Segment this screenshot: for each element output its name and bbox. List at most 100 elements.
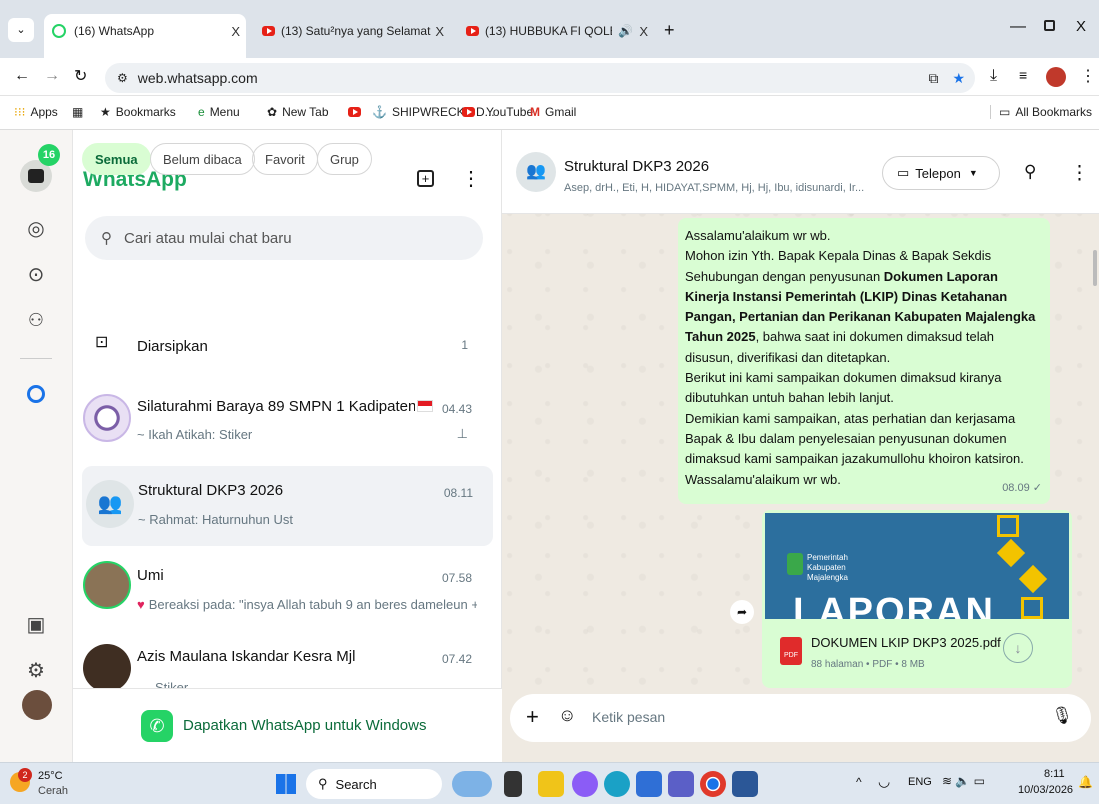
divider: [20, 358, 52, 359]
back-icon[interactable]: ←: [14, 67, 30, 85]
microphone-icon[interactable]: 🎙: [1051, 706, 1073, 726]
composer-box[interactable]: + ☺ Ketik pesan 🎙: [510, 694, 1091, 742]
tab-whatsapp[interactable]: (16) WhatsApp X: [44, 14, 246, 58]
attach-plus-icon[interactable]: +: [526, 704, 539, 730]
chat-row[interactable]: Silaturahmi Baraya 89 SMPN 1 Kadipaten ~…: [73, 382, 502, 462]
emoji-icon[interactable]: ☺: [558, 705, 576, 726]
file-explorer-icon[interactable]: [538, 771, 564, 797]
get-app-banner[interactable]: ✆ Dapatkan WhatsApp untuk Windows: [73, 688, 502, 762]
bookmark-menu[interactable]: e Menu: [198, 105, 240, 119]
archived-row[interactable]: ⊡ Diarsipkan 1: [73, 320, 502, 372]
site-info-icon[interactable]: ⚙: [117, 71, 128, 85]
message-time: 08.09 ✓: [1002, 481, 1042, 494]
browser-tab-bar: ⌄ (16) WhatsApp X (13) Satu²nya yang Sel…: [0, 0, 1099, 58]
close-tab-icon[interactable]: X: [231, 24, 246, 39]
audio-icon[interactable]: 🔊: [618, 24, 633, 38]
minimize-icon[interactable]: —: [1010, 18, 1026, 36]
search-icon[interactable]: ⚲: [1024, 162, 1036, 182]
download-icon[interactable]: ⤓: [990, 67, 997, 85]
search-icon: ⚲: [101, 230, 112, 247]
copilot-icon[interactable]: [572, 771, 598, 797]
menu-icon[interactable]: ⋮: [461, 166, 481, 191]
bookmark-apps[interactable]: ⁝⁝⁝ Apps: [14, 105, 58, 119]
composer: + ☺ Ketik pesan 🎙: [502, 688, 1099, 762]
windows-start-icon[interactable]: [276, 774, 296, 794]
bookmark-new-tab[interactable]: ✿ New Tab: [267, 105, 329, 119]
store-icon[interactable]: [636, 771, 662, 797]
show-hidden-icons[interactable]: ^: [856, 775, 862, 789]
weather-temp[interactable]: 25°C: [38, 770, 63, 782]
wifi-status-icon[interactable]: ◡: [878, 773, 890, 790]
message-input[interactable]: Ketik pesan: [592, 709, 665, 725]
status-icon[interactable]: ◎: [22, 214, 50, 242]
meta-ai-icon[interactable]: [22, 380, 50, 408]
video-icon: ▭: [897, 165, 910, 180]
filter-groups[interactable]: Grup: [317, 143, 372, 175]
youtube-icon: [348, 107, 361, 117]
scroll-thumb[interactable]: [1093, 250, 1097, 286]
bookmark-bookmarks[interactable]: ★ Bookmarks: [100, 105, 176, 119]
widgets-icon[interactable]: [452, 771, 492, 797]
install-app-icon[interactable]: ⧉: [928, 70, 938, 87]
clock-date[interactable]: 10/03/2026: [1018, 784, 1073, 796]
decorative-shape: [1018, 564, 1048, 594]
filter-favorites[interactable]: Favorit: [252, 143, 318, 175]
media-icon[interactable]: ▣: [22, 610, 50, 638]
tab-youtube-1[interactable]: (13) Satu²nya yang Selamat! Jer X: [254, 14, 450, 48]
chat-row[interactable]: Umi ♥ Bereaksi pada: "insya Allah tabuh …: [73, 553, 502, 633]
close-tab-icon[interactable]: X: [639, 24, 654, 39]
anchor-icon: ⚓: [372, 105, 387, 119]
gmail-icon: M: [530, 105, 540, 119]
menu-icon[interactable]: ⋮: [1070, 162, 1089, 185]
teams-icon[interactable]: [668, 771, 694, 797]
star-icon[interactable]: ★: [952, 70, 965, 87]
language-indicator[interactable]: ENG: [908, 776, 932, 788]
chat-row-selected[interactable]: 👥 Struktural DKP3 2026 ~ Rahmat: Haturnu…: [82, 466, 493, 546]
network-volume-battery[interactable]: ≋ 🔈 ▭: [942, 774, 985, 788]
group-avatar: 👥: [86, 480, 134, 528]
chrome-icon[interactable]: [700, 771, 726, 797]
profile-photo[interactable]: [22, 690, 52, 720]
contact-avatar: [83, 644, 131, 688]
edge-icon[interactable]: [604, 771, 630, 797]
url-field[interactable]: ⚙ web.whatsapp.com ⧉ ★: [105, 63, 975, 93]
call-button[interactable]: ▭ Telepon ▼: [882, 156, 1000, 190]
download-icon[interactable]: ↓: [1003, 633, 1033, 663]
clock-time[interactable]: 8:11: [1044, 768, 1065, 780]
communities-icon[interactable]: ⚇: [22, 306, 50, 334]
browser-menu-icon[interactable]: ⋮: [1080, 66, 1096, 86]
bookmark-youtube[interactable]: YouTube: [462, 105, 533, 119]
all-bookmarks[interactable]: ▭ All Bookmarks: [990, 105, 1092, 119]
forward-icon[interactable]: →: [44, 67, 60, 85]
notification-icon[interactable]: 🔔: [1078, 775, 1093, 789]
profile-avatar[interactable]: [1046, 67, 1066, 87]
filter-unread[interactable]: Belum dibaca: [150, 143, 255, 175]
document-message[interactable]: Pemerintah Kabupaten Majalengka LAPORAN …: [762, 510, 1072, 688]
group-avatar: [83, 394, 131, 442]
new-chat-icon[interactable]: +: [417, 170, 434, 187]
group-avatar[interactable]: 👥: [516, 152, 556, 192]
reload-icon[interactable]: ↻: [74, 66, 87, 86]
youtube-icon: [262, 26, 275, 36]
forward-icon[interactable]: ➦: [730, 600, 754, 624]
new-tab-button[interactable]: +: [664, 20, 675, 41]
chat-title[interactable]: Struktural DKP3 2026: [564, 158, 709, 175]
document-preview: Pemerintah Kabupaten Majalengka LAPORAN: [765, 513, 1069, 619]
task-view-icon[interactable]: [504, 771, 522, 797]
taskbar-search[interactable]: ⚲ Search: [306, 769, 442, 799]
channels-icon[interactable]: ⊙: [22, 260, 50, 288]
bookmark-gmail[interactable]: M Gmail: [530, 105, 576, 119]
reading-list-icon[interactable]: ≡: [1019, 67, 1027, 83]
settings-icon[interactable]: ⚙: [22, 656, 50, 684]
tab-youtube-2[interactable]: (13) HUBBUKA FI QOLBI (IN 🔊 X: [458, 14, 654, 48]
search-input[interactable]: ⚲ Cari atau mulai chat baru: [85, 216, 483, 260]
word-icon[interactable]: [732, 771, 758, 797]
tab-groups-icon[interactable]: ▦: [72, 105, 83, 119]
restore-icon[interactable]: [1044, 20, 1055, 31]
tab-search-button[interactable]: ⌄: [8, 18, 34, 42]
close-tab-icon[interactable]: X: [435, 24, 450, 39]
filter-all[interactable]: Semua: [82, 143, 151, 175]
chat-row[interactable]: Azis Maulana Iskandar Kesra Mjl Stiker 0…: [73, 632, 502, 688]
close-window-icon[interactable]: X: [1076, 18, 1086, 35]
pin-icon: ⊥: [456, 426, 468, 441]
